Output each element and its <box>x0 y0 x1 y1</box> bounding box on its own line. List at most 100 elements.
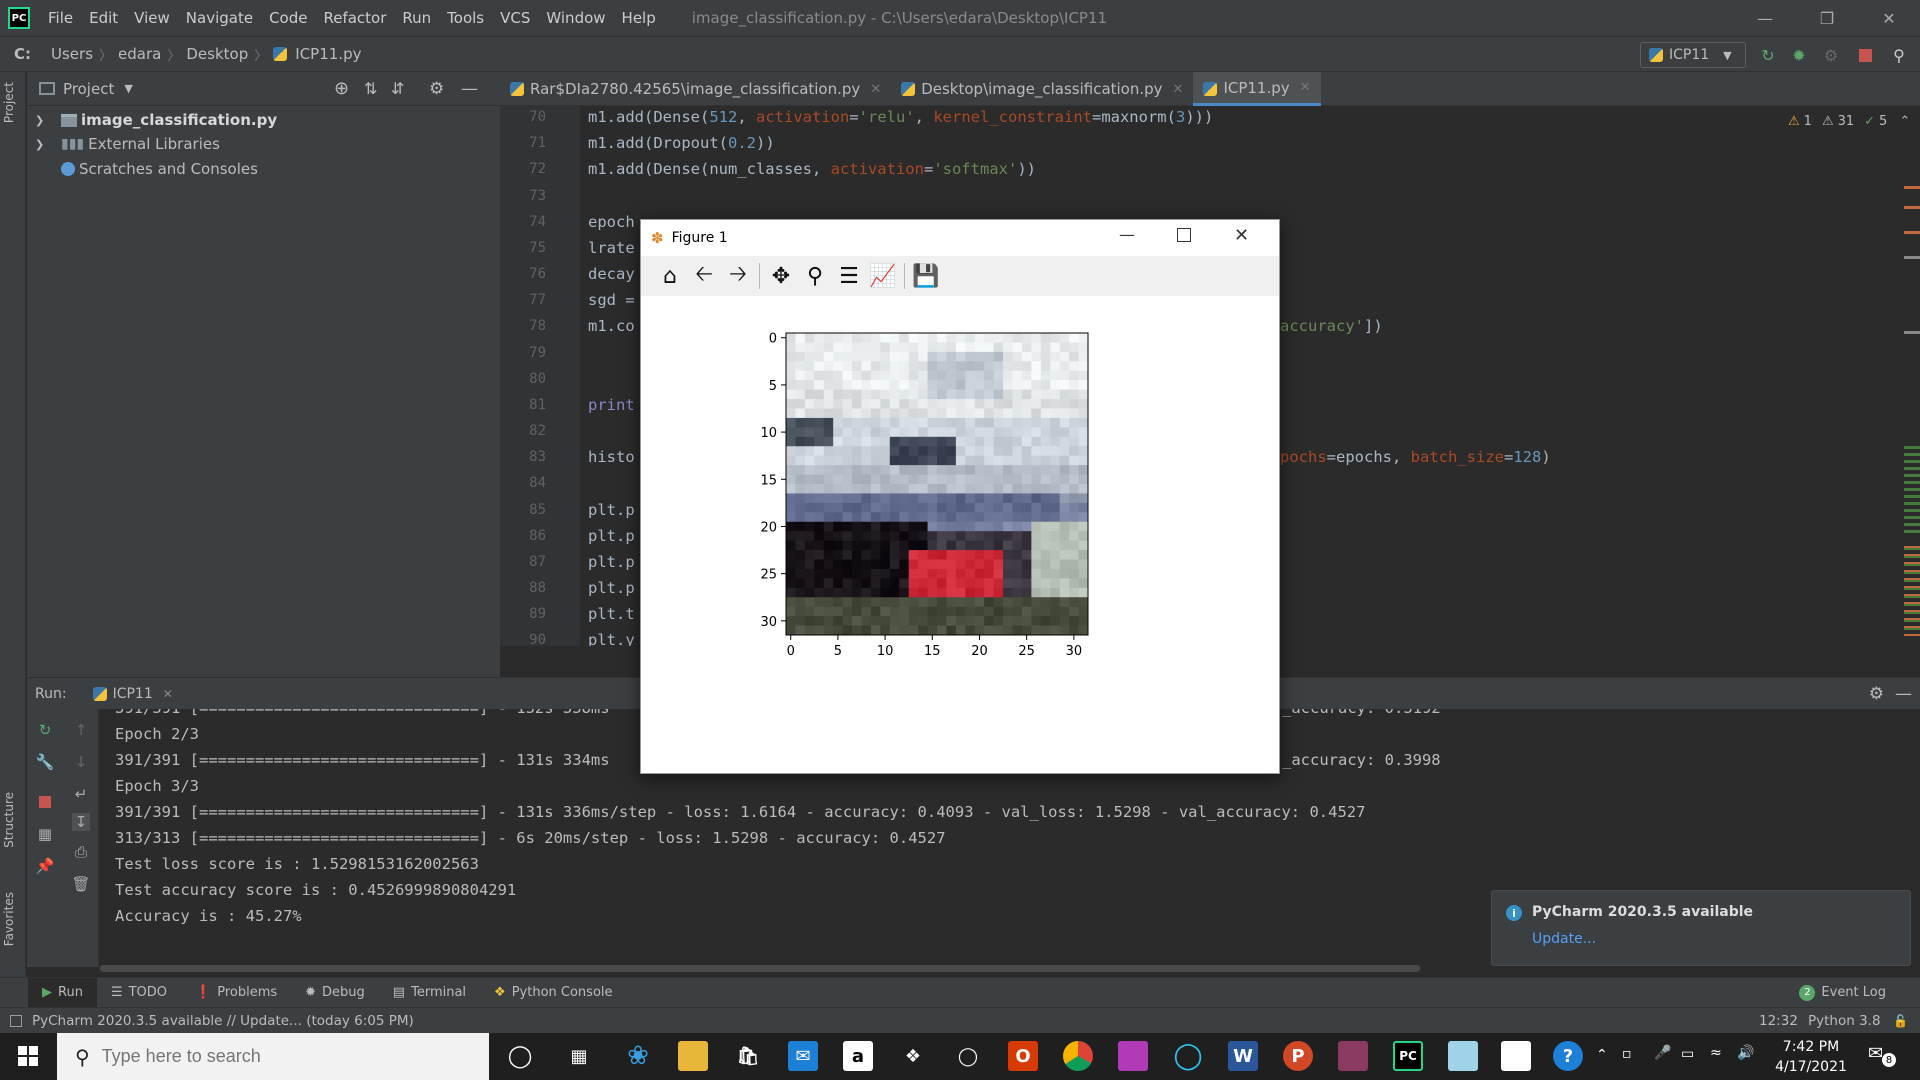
arrow-down-icon[interactable]: ↓ <box>72 753 90 771</box>
toolwindow-event-log[interactable]: 2 Event Log <box>1785 978 1900 1008</box>
amazon-icon[interactable]: a <box>843 1041 873 1071</box>
soft-wrap-icon[interactable]: ↵ <box>72 785 90 803</box>
help-icon[interactable]: ? <box>1553 1041 1583 1071</box>
toolwindow-debug[interactable]: ✹ Debug <box>291 978 379 1008</box>
stop-icon[interactable] <box>36 793 54 811</box>
marker-stripe[interactable] <box>1904 231 1920 234</box>
stop-icon[interactable] <box>1856 46 1874 64</box>
marker-stripes[interactable] <box>1904 446 1920 536</box>
mail-icon[interactable]: ✉ <box>788 1041 818 1071</box>
close-tab-icon[interactable]: ✕ <box>870 82 881 97</box>
arrow-up-icon[interactable]: ↑ <box>72 721 90 739</box>
breadcrumb-file[interactable]: ICP11.py <box>291 45 365 63</box>
winrar-icon[interactable] <box>1338 1041 1368 1071</box>
close-tab-icon[interactable]: ✕ <box>1300 80 1311 95</box>
windows-start-icon[interactable] <box>18 1046 38 1066</box>
run-configuration-select[interactable]: ICP11 ▼ <box>1640 42 1746 68</box>
caret-position[interactable]: 12:32 <box>1759 1013 1798 1029</box>
hide-icon[interactable]: — <box>1895 684 1912 704</box>
gear-icon[interactable]: ⚙ <box>429 79 444 99</box>
pin-icon[interactable]: 📌 <box>36 857 55 875</box>
lock-icon[interactable]: 🔓 <box>1893 1014 1908 1028</box>
trash-icon[interactable]: 🗑 <box>71 875 90 893</box>
taskbar-search-input[interactable] <box>101 1046 462 1067</box>
tab-rar-image-classification[interactable]: Rar$DIa2780.42565\image_classification.p… <box>500 72 891 106</box>
notepad-icon[interactable] <box>1501 1041 1531 1071</box>
menu-help[interactable]: Help <box>614 9 664 27</box>
tab-desktop-image-classification[interactable]: Desktop\image_classification.py ✕ <box>891 72 1193 106</box>
rerun-icon[interactable]: ↻ <box>36 721 54 739</box>
menu-tools[interactable]: Tools <box>439 9 492 27</box>
home-icon[interactable]: ⌂ <box>653 259 687 293</box>
clock[interactable]: 7:42 PM 4/17/2021 <box>1771 1037 1851 1077</box>
minimize-icon[interactable]: — <box>1119 225 1135 244</box>
edge-icon[interactable]: ❀ <box>623 1041 653 1071</box>
tree-item-project[interactable]: ❯ image_classification.py <box>27 108 277 132</box>
pycharm-taskbar-icon[interactable]: PC <box>1393 1041 1423 1071</box>
back-icon[interactable]: 🡠 <box>687 259 721 293</box>
office-icon[interactable]: O <box>1008 1041 1038 1071</box>
menu-refactor[interactable]: Refactor <box>315 9 394 27</box>
toolwindow-todo[interactable]: ☰ TODO <box>97 978 181 1008</box>
close-icon[interactable]: ✕ <box>1234 225 1249 246</box>
volume-icon[interactable]: 🔊 <box>1737 1045 1754 1061</box>
search-icon[interactable]: ⚲ <box>1890 46 1908 65</box>
battery-icon[interactable]: ▭ <box>1681 1046 1694 1062</box>
taskbar-search[interactable]: ⚲ <box>57 1033 489 1080</box>
pan-icon[interactable]: ✥ <box>764 259 798 293</box>
chevron-up-icon[interactable]: ⌃ <box>1899 114 1910 129</box>
app-icon[interactable] <box>1118 1041 1148 1071</box>
close-icon[interactable]: ✕ <box>1858 0 1920 36</box>
minimize-icon[interactable]: — <box>1734 0 1796 36</box>
toolwindow-run[interactable]: ▶ Run <box>28 977 97 1008</box>
toolwindow-python-console[interactable]: ❖ Python Console <box>480 978 626 1008</box>
marker-stripe[interactable] <box>1904 331 1920 334</box>
microphone-icon[interactable]: 🎤 <box>1654 1045 1671 1061</box>
layout-icon[interactable] <box>10 1014 22 1027</box>
chevron-right-icon[interactable]: ❯ <box>35 138 49 151</box>
menu-file[interactable]: File <box>40 9 81 27</box>
breadcrumb-users[interactable]: Users <box>47 45 97 63</box>
alexa-icon[interactable]: ◯ <box>1173 1041 1203 1071</box>
file-explorer-icon[interactable] <box>678 1041 708 1071</box>
tree-item-external-libraries[interactable]: ❯ ▮▮▮ External Libraries <box>27 132 220 156</box>
debug-icon[interactable]: ✹ <box>1790 46 1808 65</box>
marker-stripe[interactable] <box>1904 206 1920 209</box>
wrench-icon[interactable]: 🔧 <box>36 753 55 771</box>
store-icon[interactable]: 🛍 <box>733 1041 763 1071</box>
menu-run[interactable]: Run <box>394 9 439 27</box>
interpreter-selector[interactable]: Python 3.8 <box>1808 1013 1881 1029</box>
menu-view[interactable]: View <box>126 9 178 27</box>
menu-code[interactable]: Code <box>261 9 315 27</box>
word-icon[interactable]: W <box>1228 1041 1258 1071</box>
hide-icon[interactable]: — <box>461 79 478 99</box>
menu-navigate[interactable]: Navigate <box>178 9 261 27</box>
locate-icon[interactable]: ⊕ <box>334 78 349 99</box>
close-tab-icon[interactable]: ✕ <box>163 687 173 701</box>
update-link[interactable]: Update... <box>1532 931 1596 947</box>
restore-icon[interactable]: ❐ <box>1796 0 1858 36</box>
menu-vcs[interactable]: VCS <box>492 9 538 27</box>
run-tab-icp11[interactable]: ICP11 <box>113 686 153 702</box>
print-icon[interactable]: ⎙ <box>72 843 90 861</box>
powerpoint-icon[interactable]: P <box>1283 1041 1313 1071</box>
structure-tool-tab[interactable]: Structure <box>2 792 16 848</box>
tree-item-scratches[interactable]: Scratches and Consoles <box>27 157 258 181</box>
cortana-icon[interactable]: ◯ <box>505 1041 535 1071</box>
dropbox-icon[interactable]: ❖ <box>898 1041 928 1071</box>
horizontal-scrollbar[interactable] <box>100 965 1420 972</box>
favorites-tool-tab[interactable]: Favorites <box>2 892 16 946</box>
chevron-right-icon[interactable]: ❯ <box>35 114 49 127</box>
toolwindow-terminal[interactable]: ▤ Terminal <box>379 978 480 1008</box>
edit-axes-icon[interactable]: 📈 <box>866 259 900 293</box>
breadcrumb-drive[interactable]: C: <box>10 45 35 63</box>
close-tab-icon[interactable]: ✕ <box>1173 82 1184 97</box>
toolwindow-problems[interactable]: ❗ Problems <box>181 978 291 1008</box>
scroll-to-end-icon[interactable]: ↧ <box>72 813 90 831</box>
app-icon[interactable]: ◯ <box>953 1041 983 1071</box>
figure-canvas[interactable]: 0 5 10 15 20 25 30 0 5 10 15 20 25 30 <box>641 296 1279 773</box>
profile-icon[interactable]: ⚙ <box>1822 46 1840 65</box>
menu-edit[interactable]: Edit <box>81 9 126 27</box>
breadcrumb-desktop[interactable]: Desktop <box>182 45 252 63</box>
project-tool-tab[interactable]: Project <box>2 82 16 123</box>
